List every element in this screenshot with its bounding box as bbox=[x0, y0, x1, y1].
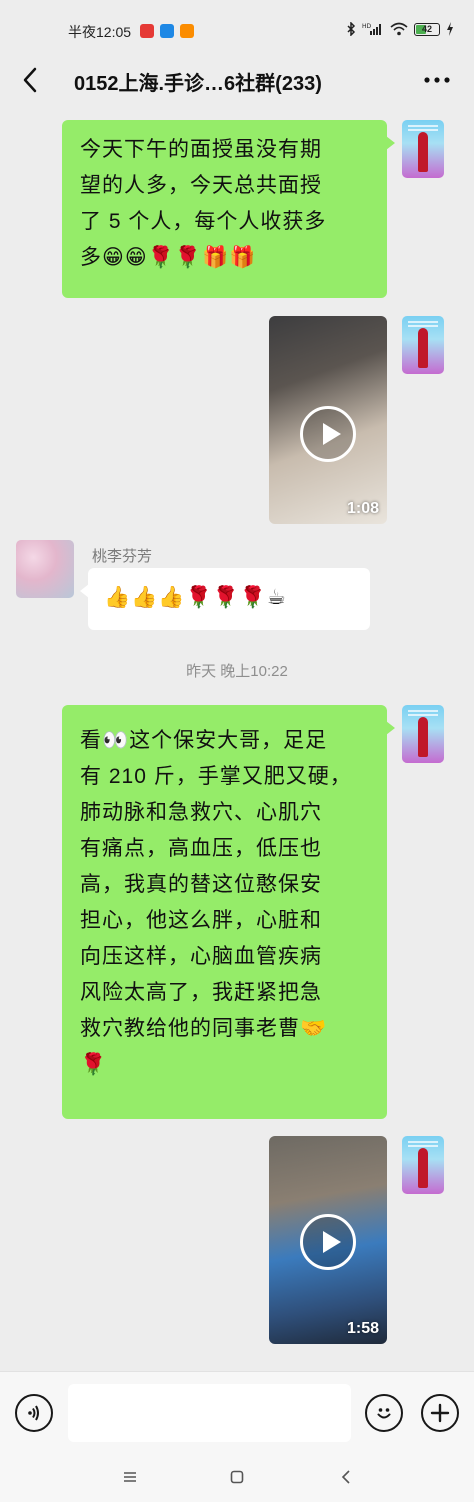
self-avatar[interactable] bbox=[402, 1136, 444, 1194]
orange-app-icon bbox=[180, 24, 194, 38]
status-right: HD 42 bbox=[346, 22, 454, 36]
video-duration: 1:08 bbox=[346, 500, 379, 517]
back-icon[interactable] bbox=[336, 1467, 356, 1487]
menu-icon[interactable] bbox=[120, 1467, 140, 1487]
message-line: 今天下午的面授虽没有期 bbox=[80, 138, 322, 161]
input-bar bbox=[0, 1371, 474, 1455]
status-bar: 半夜12:05 HD 42 bbox=[0, 0, 474, 60]
blue-app-icon bbox=[160, 24, 174, 38]
svg-text:HD: HD bbox=[362, 23, 372, 30]
message-line: 👍👍👍🌹🌹🌹☕ bbox=[104, 586, 287, 609]
message-line: 救穴教给他的同事老曹🤝 bbox=[80, 1017, 328, 1040]
message-line: 🌹 bbox=[80, 1053, 108, 1076]
system-nav-bar bbox=[0, 1455, 474, 1502]
wifi-icon bbox=[390, 22, 408, 36]
self-avatar[interactable] bbox=[402, 316, 444, 374]
message-line: 多😁😁🌹🌹🎁🎁 bbox=[80, 246, 257, 269]
message-line: 高，我真的替这位憨保安 bbox=[80, 873, 322, 896]
play-icon[interactable] bbox=[300, 1214, 356, 1270]
video-message[interactable]: 1:08 bbox=[269, 316, 387, 524]
message-bubble-peer[interactable]: 👍👍👍🌹🌹🌹☕ bbox=[80, 568, 370, 630]
battery-level: 42 bbox=[421, 24, 432, 34]
plus-icon[interactable] bbox=[421, 1394, 459, 1432]
status-time: 半夜12:05 bbox=[68, 24, 132, 40]
self-avatar[interactable] bbox=[402, 705, 444, 763]
red-app-icon bbox=[140, 24, 154, 38]
peer-avatar[interactable] bbox=[16, 540, 74, 598]
sender-name: 桃李芬芳 bbox=[92, 548, 153, 565]
message-bubble-self[interactable]: 看👀这个保安大哥，足足 有 210 斤，手掌又肥又硬， 肺动脉和急救穴、心肌穴 … bbox=[62, 705, 395, 1119]
message-line: 担心，他这么胖，心脏和 bbox=[80, 909, 322, 932]
emoji-icon[interactable] bbox=[365, 1394, 403, 1432]
message-line: 向压这样，心脑血管疾病 bbox=[80, 945, 322, 968]
timestamp: 昨天 晚上10:22 bbox=[186, 663, 288, 680]
chat-header: 0152上海.手诊…6社群(233) bbox=[0, 52, 474, 108]
self-avatar[interactable] bbox=[402, 120, 444, 178]
battery-icon: 42 bbox=[414, 22, 440, 36]
message-bubble-self[interactable]: 今天下午的面授虽没有期 望的人多，今天总共面授 了 5 个人，每个人收获多 多😁… bbox=[62, 120, 395, 298]
voice-icon[interactable] bbox=[15, 1394, 53, 1432]
home-icon[interactable] bbox=[227, 1467, 247, 1487]
message-line: 看👀这个保安大哥，足足 bbox=[80, 729, 328, 752]
video-duration: 1:58 bbox=[346, 1320, 379, 1337]
more-dots-icon[interactable] bbox=[420, 64, 454, 96]
message-line: 肺动脉和急救穴、心肌穴 bbox=[80, 801, 322, 824]
video-message[interactable]: 1:58 bbox=[269, 1136, 387, 1344]
charging-icon bbox=[447, 22, 453, 36]
bluetooth-icon bbox=[347, 22, 356, 36]
back-chevron-icon[interactable] bbox=[14, 64, 46, 96]
hd-signal-icon: HD bbox=[362, 23, 381, 35]
chat-title: 0152上海.手诊…6社群(233) bbox=[74, 73, 322, 95]
play-icon[interactable] bbox=[300, 406, 356, 462]
message-line: 了 5 个人，每个人收获多 bbox=[80, 210, 327, 233]
message-line: 有痛点，高血压，低压也 bbox=[80, 837, 322, 860]
message-line: 望的人多，今天总共面授 bbox=[80, 174, 322, 197]
message-input[interactable] bbox=[68, 1384, 351, 1442]
message-line: 风险太高了，我赶紧把急 bbox=[80, 981, 322, 1004]
message-line: 有 210 斤，手掌又肥又硬， bbox=[80, 765, 352, 788]
